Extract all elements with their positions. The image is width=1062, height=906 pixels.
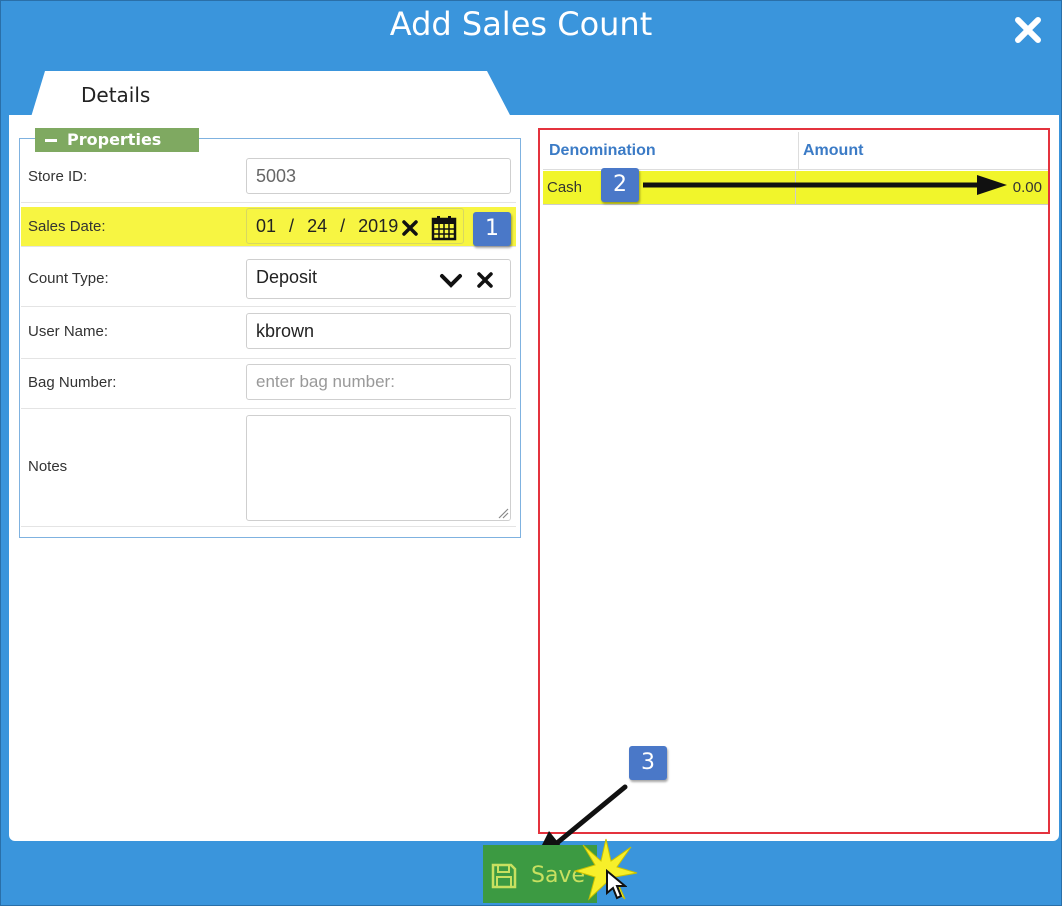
count-type-label: Count Type: [28,270,109,287]
add-sales-count-dialog: Add Sales Count Details Properties Store… [0,0,1062,906]
date-separator: / [340,216,346,236]
chevron-down-icon[interactable] [439,273,463,289]
floppy-disk-icon [491,863,517,889]
store-id-field[interactable]: 5003 [246,158,511,194]
mouse-cursor-icon [606,869,627,900]
bag-number-label: Bag Number: [28,374,117,391]
resize-handle-icon[interactable] [497,507,509,519]
sales-date-day: 24 [307,216,328,236]
sales-date-label: Sales Date: [28,218,106,235]
column-header-denomination[interactable]: Denomination [549,142,656,160]
close-icon[interactable] [1011,13,1045,47]
column-divider [798,132,799,170]
store-id-row: Store ID: 5003 [21,155,516,203]
properties-legend[interactable]: Properties [35,128,199,152]
tab-details-label: Details [81,83,151,107]
annotation-badge-1: 1 [473,212,511,246]
clear-icon[interactable] [401,219,419,237]
calendar-icon[interactable] [431,215,457,241]
column-header-amount[interactable]: Amount [803,142,863,160]
sales-date-year: 2019 [358,216,399,236]
cell-denomination: Cash [547,179,583,196]
cell-amount[interactable]: 0.00 [1013,179,1042,196]
dialog-title: Add Sales Count [389,5,653,43]
collapse-icon [45,139,57,142]
annotation-arrow-right [643,175,1007,195]
bag-number-placeholder: enter bag number: [256,372,395,391]
properties-legend-label: Properties [67,130,162,149]
date-separator: / [289,216,295,236]
denomination-grid: Denomination Amount Cash 0.00 [538,128,1050,834]
user-name-field[interactable]: kbrown [246,313,511,349]
bag-number-row: Bag Number: enter bag number: [21,361,516,409]
notes-label: Notes [28,458,68,475]
notes-textarea[interactable] [246,415,511,521]
sales-date-month: 01 [256,216,277,236]
bag-number-field[interactable]: enter bag number: [246,364,511,400]
user-name-label: User Name: [28,323,109,340]
clear-icon[interactable] [476,271,494,289]
count-type-select[interactable]: Deposit [246,259,511,299]
annotation-badge-3: 3 [629,746,667,780]
count-type-row: Count Type: Deposit [21,255,516,307]
user-name-row: User Name: kbrown [21,309,516,359]
annotation-badge-2: 2 [601,168,639,202]
sales-date-row: Sales Date: 01 / 24 / 2019 [21,207,516,247]
store-id-label: Store ID: [28,168,88,185]
notes-row: Notes [21,411,516,527]
grid-header: Denomination Amount [543,132,1048,170]
